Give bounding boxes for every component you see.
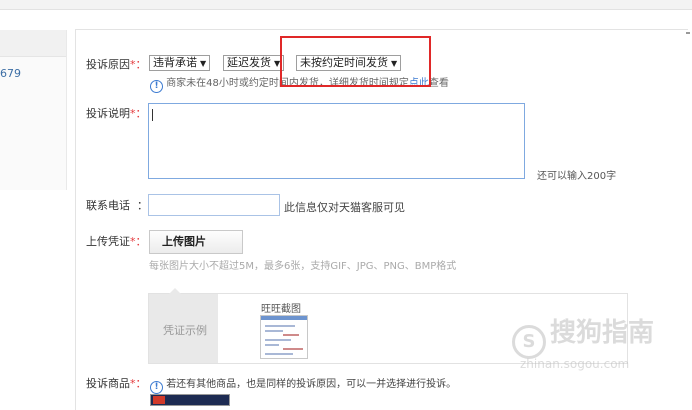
reason-label-text: 投诉原因 xyxy=(86,58,130,71)
panel-edge-mark xyxy=(686,32,690,34)
product-label-text: 投诉商品 xyxy=(86,377,130,390)
left-sidebar-header xyxy=(0,30,66,57)
left-sidebar xyxy=(0,30,67,190)
sogou-logo-icon: S xyxy=(512,325,546,359)
thumb-titlebar xyxy=(261,316,307,320)
required-mark: *： xyxy=(130,58,147,71)
thumb-line xyxy=(283,334,299,336)
product-thumbnail[interactable] xyxy=(150,394,230,406)
reason-hint-suffix: 查看 xyxy=(428,78,449,89)
watermark-url: zhinan.sogou.com xyxy=(520,357,630,371)
thumb-line xyxy=(265,353,293,355)
top-strip xyxy=(0,0,692,10)
product-thumbnail-badge xyxy=(153,396,165,404)
product-hint-text: 若还有其他商品，也是同样的投诉原因，可以一并选择进行投诉。 xyxy=(166,379,457,390)
watermark-text: 搜狗指南 xyxy=(550,318,655,348)
description-textarea[interactable] xyxy=(148,103,525,179)
phone-visibility-note: 此信息仅对天猫客服可见 xyxy=(284,201,405,214)
sample-screenshot-thumbnail[interactable] xyxy=(260,315,308,359)
upload-hint: 每张图片大小不超过5M，最多6张，支持GIF、JPG、PNG、BMP格式 xyxy=(149,261,457,272)
info-icon: ! xyxy=(150,381,163,394)
thumb-line xyxy=(265,325,295,327)
product-hint: ! 若还有其他商品，也是同样的投诉原因，可以一并选择进行投诉。 xyxy=(150,375,456,394)
phone-label-text: 联系电话 xyxy=(86,199,130,212)
reason-select-2[interactable]: 延迟发货 ▼ xyxy=(223,55,285,71)
description-label: 投诉说明*： xyxy=(86,105,147,121)
sample-tab: 凭证示例 xyxy=(149,294,218,363)
thumb-line xyxy=(265,330,283,332)
thumb-line xyxy=(283,348,303,350)
required-mark: *： xyxy=(130,377,147,390)
upload-image-button[interactable]: 上传图片 xyxy=(149,230,243,254)
screenshot-title: 旺旺截图 xyxy=(261,304,301,315)
phone-input[interactable] xyxy=(148,194,280,216)
description-label-text: 投诉说明 xyxy=(86,107,130,120)
thumb-line xyxy=(265,339,291,341)
left-sidebar-number[interactable]: 679 xyxy=(0,67,21,80)
evidence-label: 上传凭证*： xyxy=(86,233,147,249)
required-mark: *： xyxy=(130,107,147,120)
dropdown-arrow-icon: ▼ xyxy=(200,59,207,68)
evidence-label-text: 上传凭证 xyxy=(86,235,130,248)
thumb-line xyxy=(265,344,279,346)
required-mark: *： xyxy=(130,235,147,248)
remaining-chars: 还可以输入200字 xyxy=(537,171,617,182)
phone-label-colon: ： xyxy=(137,199,148,212)
product-label: 投诉商品*： xyxy=(86,375,147,391)
reason-select-2-value: 延迟发货 xyxy=(227,56,271,69)
reason-select-1[interactable]: 违背承诺 ▼ xyxy=(149,55,211,71)
text-caret xyxy=(152,109,153,121)
info-icon: ! xyxy=(150,80,163,93)
highlight-box xyxy=(280,36,431,87)
phone-label: 联系电话 ： xyxy=(86,197,148,213)
reason-select-1-value: 违背承诺 xyxy=(153,56,197,69)
reason-label: 投诉原因*： xyxy=(86,56,147,72)
watermark: S 搜狗指南 xyxy=(512,312,654,359)
sample-tab-label: 凭证示例 xyxy=(163,324,207,337)
